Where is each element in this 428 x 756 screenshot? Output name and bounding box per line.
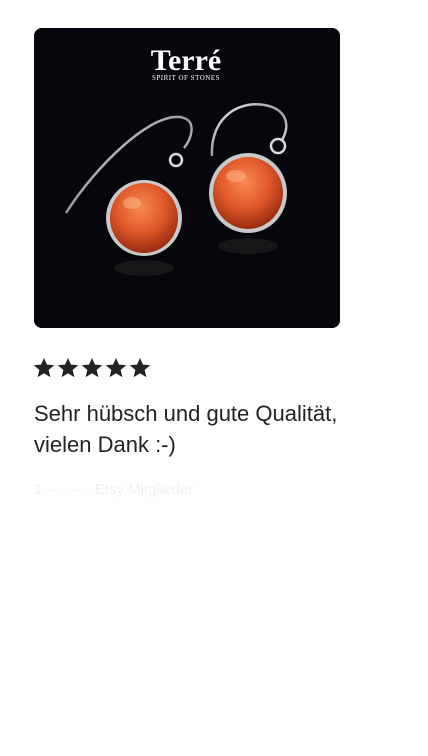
review-meta: 1 ··· ····· Etsy Mitglieder xyxy=(34,481,194,498)
brand-name: Terré xyxy=(151,44,222,77)
review-text-line-1: Sehr hübsch und gute Qualität, xyxy=(34,401,338,426)
star-icon xyxy=(82,358,102,378)
star-rating xyxy=(34,358,150,378)
star-icon xyxy=(130,358,150,378)
star-icon xyxy=(58,358,78,378)
star-icon xyxy=(34,358,54,378)
review-text-line-2: vielen Dank :-) xyxy=(34,432,176,457)
brand-tagline: SPIRIT OF STONES xyxy=(152,74,220,82)
product-image[interactable]: Terré SPIRIT OF STONES xyxy=(34,28,340,328)
star-icon xyxy=(106,358,126,378)
review-text: Sehr hübsch und gute Qualität, vielen Da… xyxy=(34,398,414,460)
brand-logo: Terré SPIRIT OF STONES xyxy=(151,44,222,82)
earrings-photo: Terré SPIRIT OF STONES xyxy=(34,28,340,328)
